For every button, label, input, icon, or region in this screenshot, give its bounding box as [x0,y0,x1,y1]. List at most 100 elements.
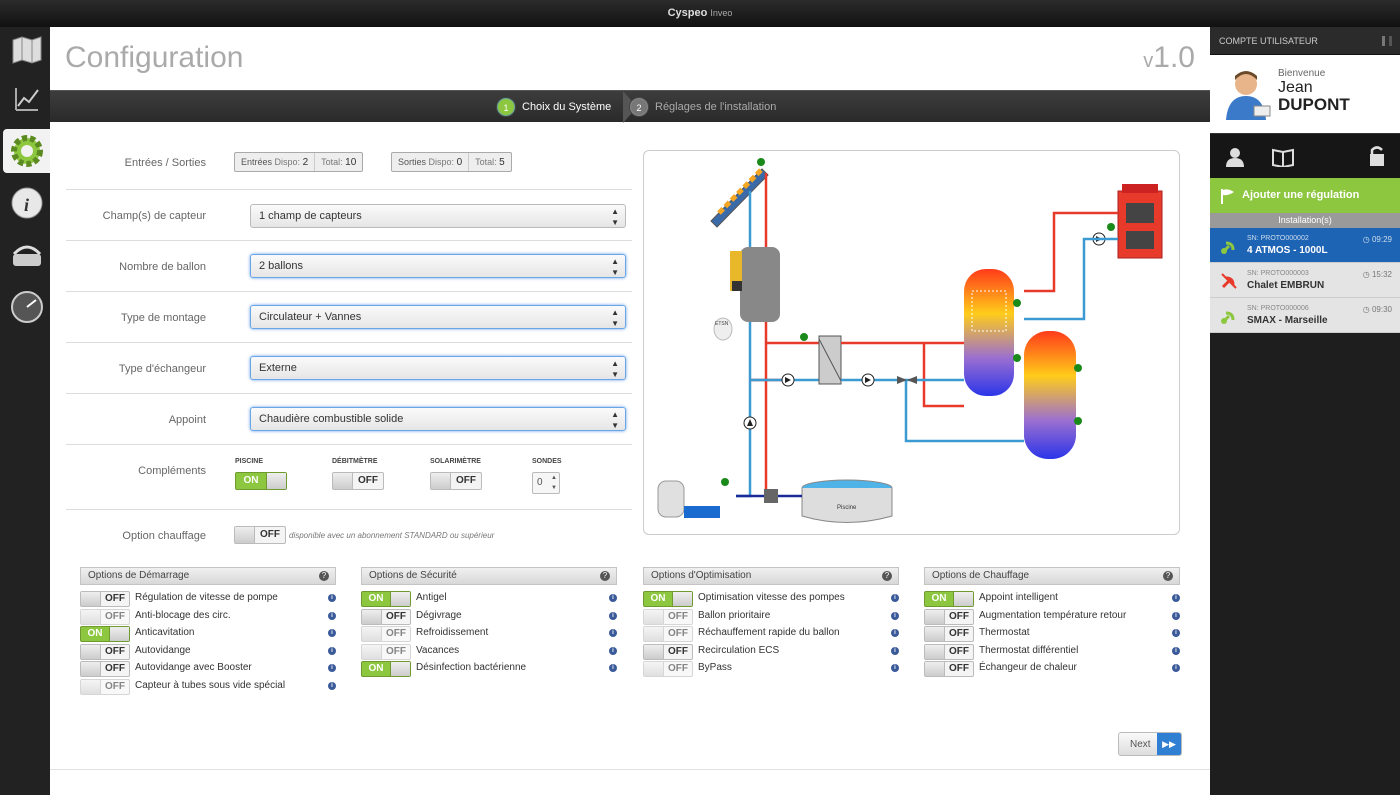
map-icon[interactable] [3,27,50,71]
help-icon[interactable]: ? [600,571,610,581]
option-row: OFF Vacances i [361,643,617,661]
info-icon[interactable]: i [1172,646,1180,655]
info-icon[interactable]: i [609,664,617,673]
installation-item[interactable]: SN: PROTO000002 4 ATMOS - 1000L ◷ 09:29 [1210,228,1400,263]
option-label: Augmentation température retour [979,609,1127,621]
champs-capteur-select[interactable]: 1 champ de capteurs ▲ ▼ [250,204,626,228]
option-toggle[interactable]: OFF [361,643,411,660]
add-regulation-button[interactable]: Ajouter une régulation [1210,178,1400,213]
gear-icon[interactable] [3,129,50,173]
option-label: Désinfection bactérienne [416,662,527,674]
panel-header: Options d'Optimisation? [643,567,899,585]
installation-item[interactable]: SN: PROTO000003 Chalet EMBRUN ◷ 15:32 [1210,263,1400,298]
info-icon[interactable]: i [328,646,336,655]
option-toggle[interactable]: ON [643,591,693,607]
type-echangeur-select[interactable]: Externe ▲ ▼ [250,356,626,380]
info-icon[interactable]: i [328,629,336,638]
info-icon[interactable]: i [891,594,899,602]
option-toggle[interactable]: ON [924,591,974,607]
option-toggle[interactable]: OFF [80,678,130,695]
option-toggle[interactable]: OFF [80,591,130,607]
nombre-ballon-select[interactable]: 2 ballons ▲ ▼ [250,254,626,278]
option-toggle[interactable]: OFF [361,626,411,643]
option-toggle[interactable]: OFF [80,608,130,625]
gauge-icon[interactable] [3,285,50,329]
info-icon[interactable]: i [609,594,617,602]
info-icon[interactable]: i [328,681,336,690]
option-row: OFF Augmentation température retour i [924,608,1180,626]
field-label: Appoint [168,414,206,426]
info-icon[interactable]: i [1172,629,1180,638]
help-icon[interactable]: ? [319,571,329,581]
field-label: Type d'échangeur [118,363,206,375]
info-icon[interactable]: i [609,611,617,620]
info-icon[interactable]: i [328,594,336,602]
svg-text:i: i [24,195,29,215]
select-value: 1 champ de capteurs [259,210,362,222]
info-icon[interactable]: i [3,181,50,225]
chart-icon[interactable] [3,77,50,121]
option-toggle[interactable]: OFF [924,661,974,678]
option-label: ByPass [698,662,732,674]
toggle-state: ON [931,593,947,604]
debitmetre-toggle[interactable]: OFF [332,472,384,490]
option-toggle[interactable]: OFF [643,626,693,643]
option-toggle[interactable]: OFF [643,608,693,625]
option-label: Optimisation vitesse des pompes [698,592,845,603]
option-toggle[interactable]: OFF [80,643,130,660]
field-row: Type d'échangeur Externe ▲ ▼ [66,343,632,394]
appoint-select[interactable]: Chaudière combustible solide ▲ ▼ [250,407,626,431]
option-toggle[interactable]: OFF [361,608,411,625]
chauffage-toggle[interactable]: OFF [234,526,286,544]
bottom-strip [50,769,1210,795]
info-icon[interactable]: i [1172,611,1180,620]
installation-item[interactable]: SN: PROTO000006 SMAX - Marseille ◷ 09:30 [1210,298,1400,333]
option-label: Appoint intelligent [979,592,1058,603]
info-icon[interactable]: i [328,611,336,620]
info-icon[interactable]: i [1172,664,1180,673]
sondes-stepper[interactable]: 0 ▲ ▼ [532,472,560,494]
option-toggle[interactable]: OFF [924,626,974,643]
stepper-arrows-icon[interactable]: ▲ ▼ [551,473,557,493]
option-toggle[interactable]: ON [361,591,411,607]
router-icon[interactable] [3,233,50,277]
panel-securite: Options de Sécurité? ON Antigel i OFF Dégiv… [361,567,617,678]
info-icon[interactable]: i [891,629,899,638]
version-number: 1.0 [1153,41,1195,74]
option-toggle[interactable]: OFF [924,643,974,660]
collapse-icon[interactable] [1382,36,1392,46]
option-toggle[interactable]: OFF [924,608,974,625]
option-toggle[interactable]: OFF [80,661,130,678]
toggle-state: OFF [949,610,969,622]
info-icon[interactable]: i [609,629,617,638]
help-icon[interactable]: ? [882,571,892,581]
help-icon[interactable]: ? [1163,571,1173,581]
info-icon[interactable]: i [891,664,899,673]
option-toggle[interactable]: ON [361,661,411,678]
toggle-state: ON [650,593,666,604]
option-toggle[interactable]: ON [80,626,130,643]
installation-time: ◷ 09:29 [1362,235,1392,244]
info-icon[interactable]: i [1172,594,1180,602]
info-icon[interactable]: i [609,646,617,655]
lock-icon[interactable] [1368,145,1386,167]
time-value: 09:29 [1371,235,1392,244]
book-icon[interactable] [1272,147,1294,167]
option-toggle[interactable]: OFF [643,661,693,678]
step-1[interactable]: 1 Choix du Système [497,91,611,123]
info-icon[interactable]: i [891,646,899,655]
connected-icon [1221,241,1235,254]
select-caret-icon: ▲ ▼ [611,359,619,379]
option-toggle[interactable]: OFF [643,643,693,660]
next-button[interactable]: Next ▶▶ [1118,732,1182,756]
solarimetre-toggle[interactable]: OFF [430,472,482,490]
type-montage-select[interactable]: Circulateur + Vannes ▲ ▼ [250,305,626,329]
greeting: Bienvenue [1278,68,1326,79]
info-icon[interactable]: i [328,664,336,673]
user-icon[interactable] [1225,147,1245,167]
app-subname: Inveo [710,8,733,18]
option-row: OFF Régulation de vitesse de pompe i [80,590,336,608]
info-icon[interactable]: i [891,611,899,620]
piscine-toggle[interactable]: ON [235,472,287,490]
step-2[interactable]: 2 Réglages de l'installation [630,91,776,123]
